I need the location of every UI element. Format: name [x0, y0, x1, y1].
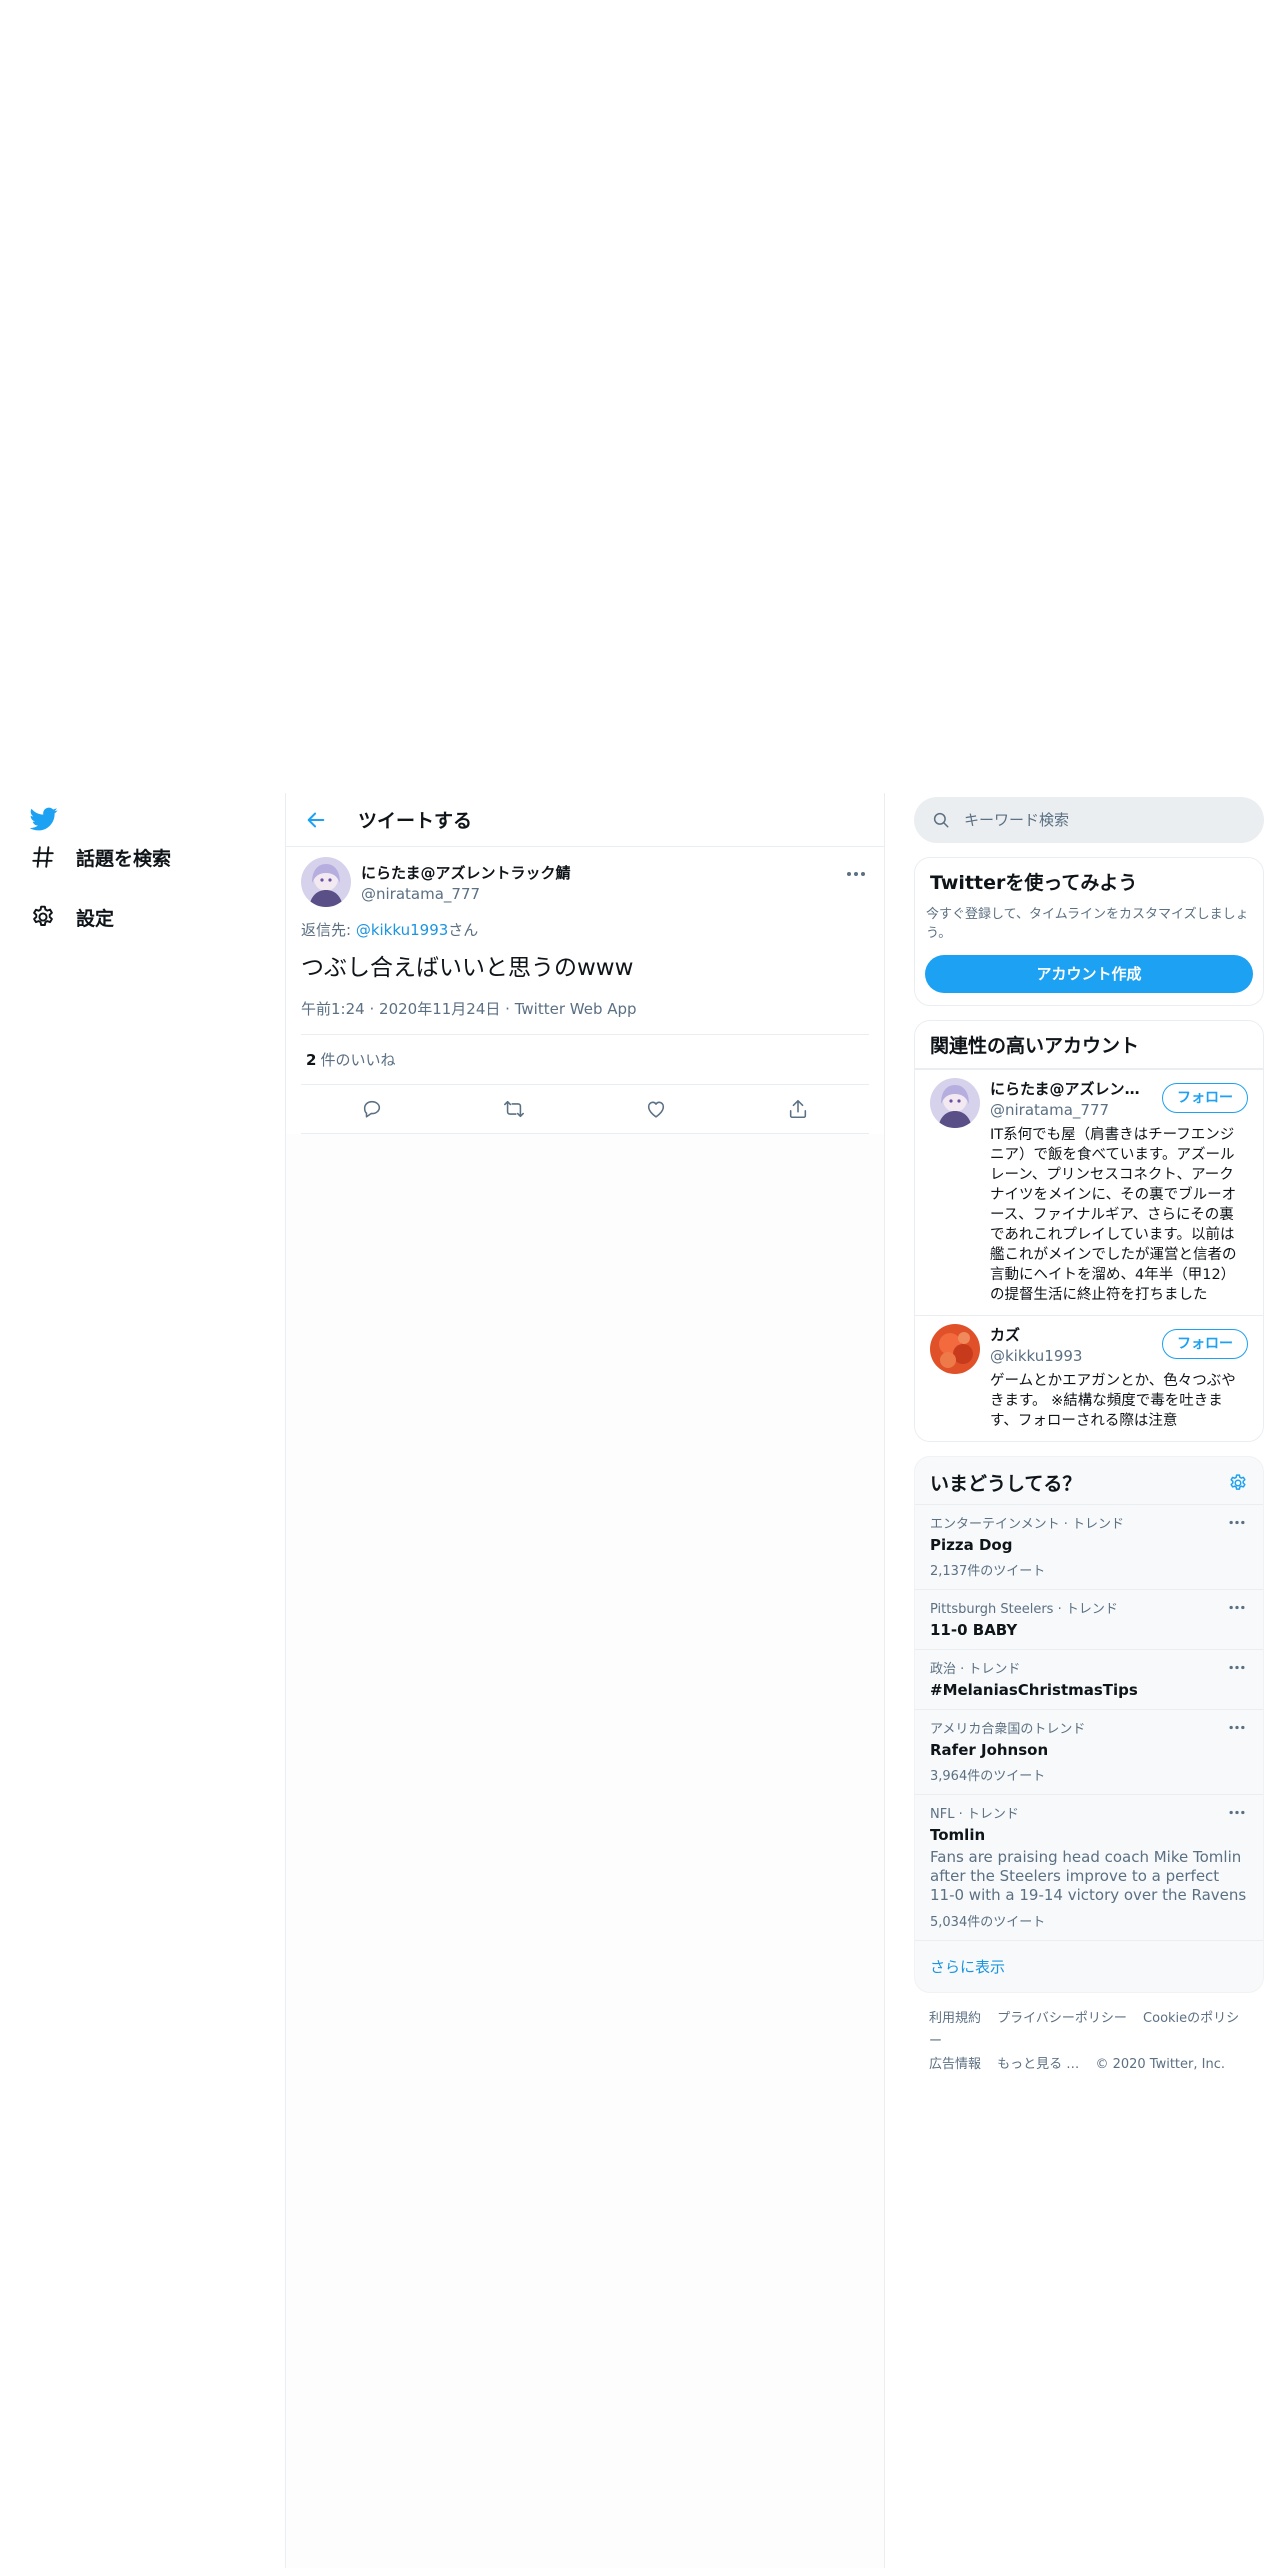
twitter-logo-icon[interactable] — [28, 805, 62, 835]
tweet-author[interactable]: にらたま@アズレントラック鯖 @niratama_777 — [361, 862, 571, 903]
meta-separator: · — [369, 1000, 375, 1018]
related-accounts-title: 関連性の高いアカウント — [915, 1021, 1263, 1069]
share-button[interactable] — [780, 1091, 816, 1127]
trend-item[interactable]: Pittsburgh Steelers · トレンド 11-0 BABY — [915, 1590, 1263, 1650]
gear-icon[interactable] — [1228, 1473, 1248, 1493]
gear-icon — [28, 902, 58, 932]
trends-title: いまどうしてる？ — [930, 1473, 1082, 1495]
account-bio: ゲームとかエアガンとか、色々つぶやきます。 ※結構な頻度で毒を吐きます、フォロー… — [990, 1373, 1236, 1429]
nav-explore-label: 話題を検索 — [76, 847, 172, 870]
signup-card: Twitterを使ってみよう 今すぐ登録して、タイムラインをカスタマイズしましょ… — [914, 857, 1264, 1006]
search-input[interactable] — [964, 811, 1224, 829]
trend-item[interactable]: 政治 · トレンド #MelaniasChristmasTips — [915, 1650, 1263, 1710]
author-display-name[interactable]: にらたま@アズレントラック鯖 — [361, 862, 571, 883]
blank-area — [0, 0, 1284, 793]
tweet-date[interactable]: 2020年11月24日 — [379, 1000, 500, 1018]
search-box[interactable] — [914, 797, 1264, 843]
signup-description: 今すぐ登録して、タイムラインをカスタマイズしましょう。 — [926, 907, 1249, 941]
follow-button[interactable]: フォロー — [1162, 1329, 1248, 1359]
trend-name: Rafer Johnson — [930, 1741, 1049, 1759]
tweet-source[interactable]: Twitter Web App — [515, 1000, 637, 1018]
show-more-link[interactable]: さらに表示 — [915, 1941, 1263, 1992]
follow-button[interactable]: フォロー — [1162, 1083, 1248, 1113]
trend-description: Fans are praising head coach Mike Tomlin… — [930, 1848, 1247, 1904]
replying-to: 返信先: @kikku1993さん — [301, 919, 869, 940]
tweet-time[interactable]: 午前1:24 — [301, 1000, 365, 1018]
account-item[interactable]: カズ @kikku1993 ゲームとかエアガンとか、色々つぶやきます。 ※結構な… — [915, 1315, 1263, 1441]
footer: 利用規約 プライバシーポリシー Cookieのポリシー 広告情報 もっと見る …… — [914, 1993, 1264, 2090]
trend-context: アメリカ合衆国のトレンド — [930, 1722, 1086, 1737]
heart-icon — [647, 1101, 665, 1118]
search-icon — [933, 812, 949, 828]
trend-item[interactable]: NFL · トレンド Tomlin Fans are praising head… — [915, 1795, 1263, 1941]
reply-mention-link[interactable]: @kikku1993 — [356, 921, 448, 939]
footer-link-more[interactable]: もっと見る … — [997, 2057, 1079, 2072]
nav-settings-label: 設定 — [76, 907, 115, 930]
signup-title: Twitterを使ってみよう — [930, 872, 1138, 894]
replying-prefix: 返信先: — [301, 921, 356, 939]
tweet: にらたま@アズレントラック鯖 @niratama_777 返信先: @kikku… — [286, 847, 884, 1134]
trend-name: Pizza Dog — [930, 1536, 1013, 1554]
more-options-icon[interactable] — [1226, 1718, 1248, 1736]
avatar[interactable] — [930, 1078, 980, 1128]
trend-name: Tomlin — [930, 1826, 986, 1844]
avatar[interactable] — [930, 1324, 980, 1374]
trend-name: #MelaniasChristmasTips — [930, 1681, 1138, 1699]
hashtag-icon — [28, 842, 58, 872]
page-title: ツイートする — [358, 810, 473, 832]
trend-count: 5,034件のツイート — [930, 1915, 1046, 1930]
related-accounts-card: 関連性の高いアカウント にらたま@アズレントラック鯖 @niratama_777… — [914, 1020, 1264, 1442]
main-column: ツイートする にらたま@アズレントラック鯖 @niratama_777 返信先:… — [285, 793, 885, 2568]
trend-context: NFL · トレンド — [930, 1807, 1019, 1822]
left-nav: 話題を検索 設定 — [0, 793, 285, 2568]
like-button[interactable] — [638, 1091, 674, 1127]
retweet-button[interactable] — [496, 1091, 532, 1127]
reply-button[interactable] — [354, 1091, 390, 1127]
more-options-icon[interactable] — [1226, 1598, 1248, 1616]
trend-context: Pittsburgh Steelers · トレンド — [930, 1602, 1118, 1617]
trend-name: 11-0 BABY — [930, 1621, 1018, 1639]
tweet-author-row: にらたま@アズレントラック鯖 @niratama_777 — [301, 847, 869, 917]
like-label: 件のいいね — [320, 1051, 396, 1069]
footer-link-privacy[interactable]: プライバシーポリシー — [997, 2011, 1127, 2026]
copyright: © 2020 Twitter, Inc. — [1095, 2057, 1225, 2072]
trends-card: いまどうしてる？ エンターテインメント · トレンド Pizza Dog 2,1… — [914, 1456, 1264, 1993]
right-sidebar: Twitterを使ってみよう 今すぐ登録して、タイムラインをカスタマイズしましょ… — [914, 793, 1264, 2090]
retweet-icon — [504, 1100, 524, 1118]
tweet-meta: 午前1:24 · 2020年11月24日 · Twitter Web App — [301, 998, 869, 1035]
trends-header: いまどうしてる？ — [915, 1457, 1263, 1505]
trend-count: 3,964件のツイート — [930, 1769, 1046, 1784]
likes-link[interactable]: 2 件のいいね — [301, 1035, 869, 1085]
account-item[interactable]: にらたま@アズレントラック鯖 @niratama_777 IT系何でも屋（肩書き… — [915, 1069, 1263, 1315]
nav-settings[interactable]: 設定 — [28, 897, 114, 937]
main-header: ツイートする — [286, 793, 884, 847]
arrow-left-icon — [307, 812, 325, 827]
avatar[interactable] — [301, 857, 351, 907]
tweet-text: つぶし合えばいいと思うのwww — [301, 955, 634, 981]
back-button[interactable] — [296, 800, 336, 840]
account-bio: IT系何でも屋（肩書きはチーフエンジニア）で飯を食べています。アズールレーン、プ… — [990, 1127, 1237, 1303]
reply-icon — [363, 1100, 381, 1118]
meta-separator: · — [505, 1000, 510, 1018]
replying-suffix: さん — [448, 921, 479, 939]
trend-count: 2,137件のツイート — [930, 1564, 1046, 1579]
author-screen-name[interactable]: @niratama_777 — [361, 885, 571, 903]
trend-context: 政治 · トレンド — [930, 1662, 1021, 1677]
trend-item[interactable]: アメリカ合衆国のトレンド Rafer Johnson 3,964件のツイート — [915, 1710, 1263, 1795]
more-options-icon[interactable] — [1226, 1658, 1248, 1676]
footer-link-terms[interactable]: 利用規約 — [929, 2011, 981, 2026]
tweet-actions — [301, 1085, 869, 1134]
footer-link-ads[interactable]: 広告情報 — [929, 2057, 981, 2072]
more-options-icon[interactable] — [1226, 1803, 1248, 1821]
account-name[interactable]: カズ — [990, 1324, 1140, 1345]
more-options-icon[interactable] — [843, 861, 869, 887]
like-count: 2 — [306, 1050, 317, 1069]
account-name[interactable]: にらたま@アズレントラック鯖 — [990, 1078, 1140, 1099]
trend-context: エンターテインメント · トレンド — [930, 1517, 1125, 1532]
more-options-icon[interactable] — [1226, 1513, 1248, 1531]
share-icon — [789, 1099, 807, 1119]
create-account-button[interactable]: アカウント作成 — [925, 955, 1253, 993]
nav-explore[interactable]: 話題を検索 — [28, 837, 171, 877]
trend-item[interactable]: エンターテインメント · トレンド Pizza Dog 2,137件のツイート — [915, 1505, 1263, 1590]
